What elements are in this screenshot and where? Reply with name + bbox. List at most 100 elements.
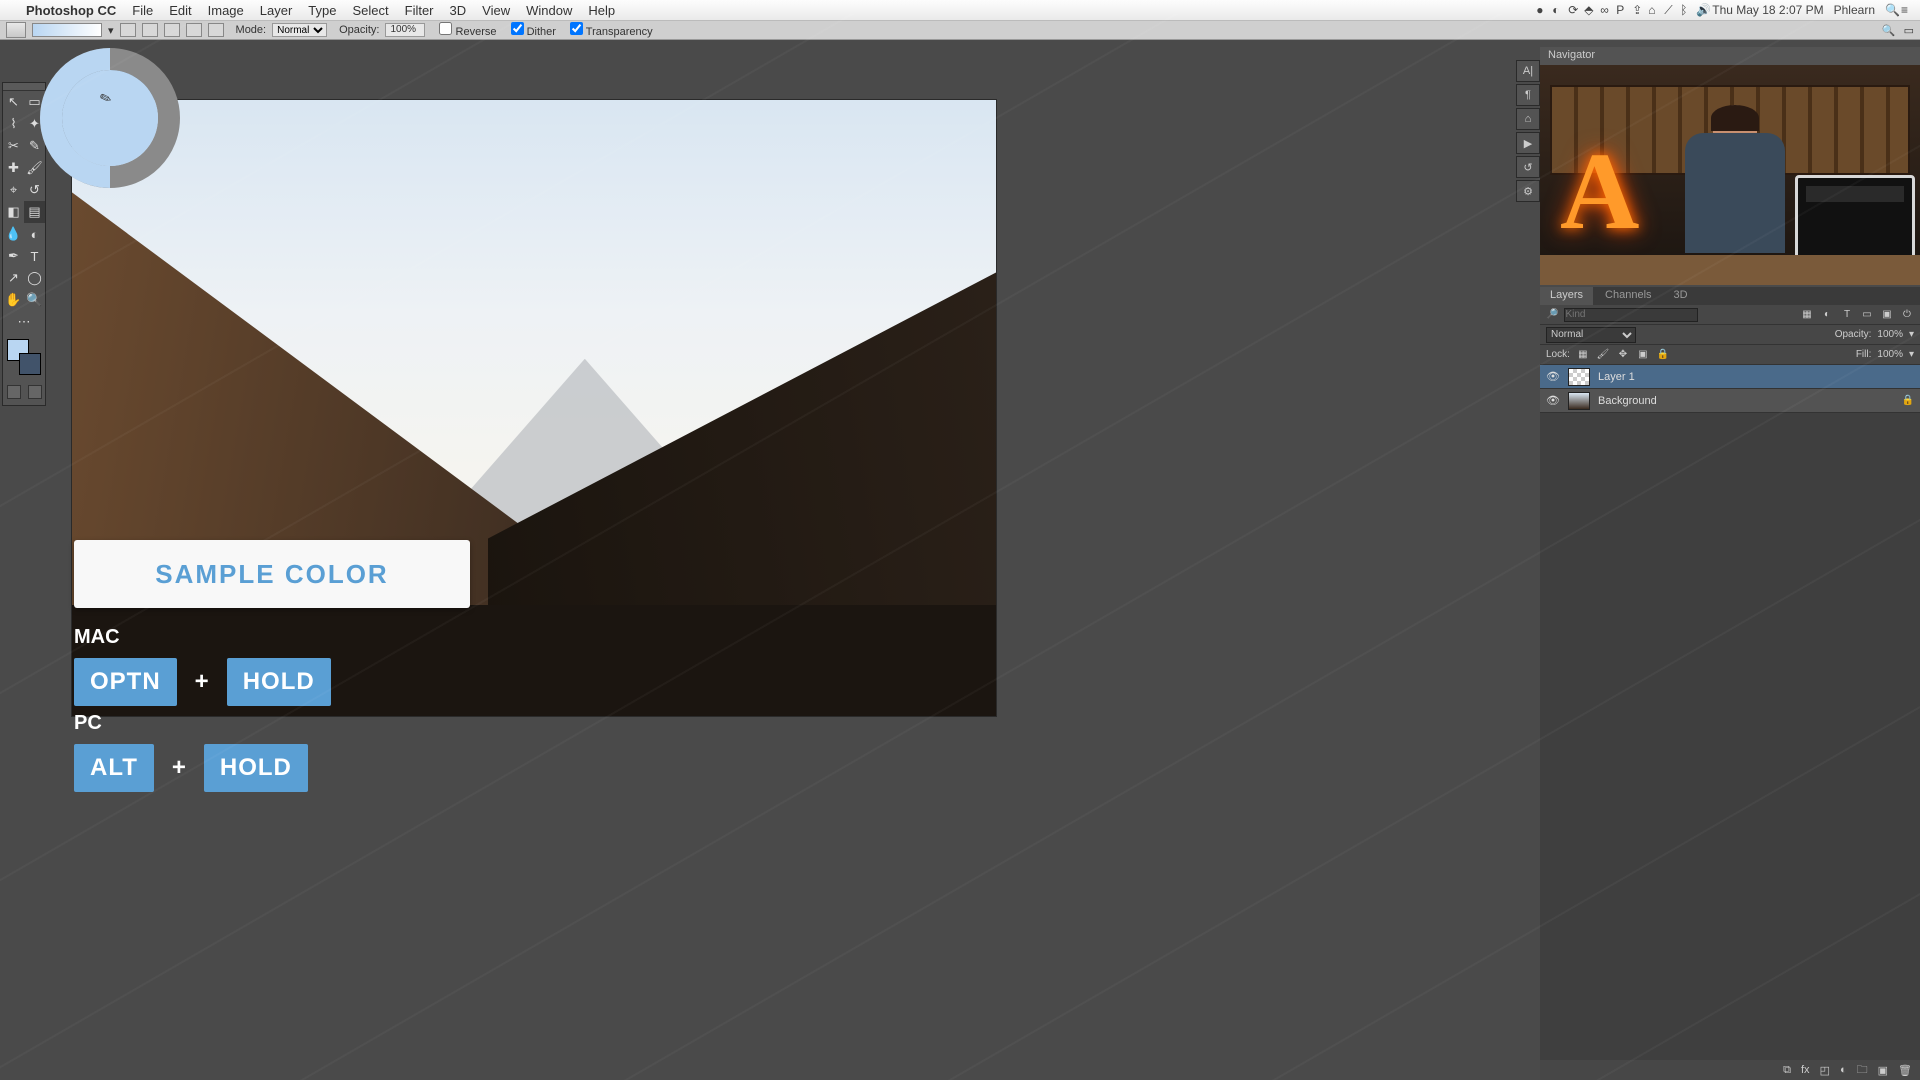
properties-panel-icon[interactable]: ⚙ (1516, 180, 1540, 202)
gradient-tool[interactable]: ▤ (24, 201, 45, 223)
status-icon[interactable]: ● (1531, 3, 1547, 17)
delete-icon[interactable]: 🗑 (1898, 1064, 1912, 1077)
menu-edit[interactable]: Edit (161, 3, 199, 18)
status-icon[interactable]: ◐ (1547, 3, 1563, 17)
bluetooth-icon[interactable]: ᛒ (1675, 3, 1691, 17)
lock-artboard-icon[interactable]: ▣ (1636, 348, 1650, 362)
shape-tool[interactable]: ◯ (24, 267, 45, 289)
more-tools[interactable]: ⋯ (3, 311, 45, 333)
panel-handle[interactable] (3, 83, 45, 91)
menu-3d[interactable]: 3D (442, 3, 475, 18)
pen-tool[interactable]: ✒ (3, 245, 24, 267)
status-icon[interactable]: ⌂ (1643, 3, 1659, 17)
layer-name[interactable]: Background (1598, 395, 1657, 407)
adjustment-icon[interactable]: ◐ (1840, 1064, 1847, 1076)
lock-pixels-icon[interactable]: 🖌 (1596, 348, 1610, 362)
history-panel-icon[interactable]: ↺ (1516, 156, 1540, 178)
notifications-icon[interactable]: ≡ (1896, 3, 1912, 17)
lock-all-icon[interactable]: 🔒 (1656, 348, 1670, 362)
history-brush-tool[interactable]: ↺ (24, 179, 45, 201)
group-icon[interactable]: 🗀 (1857, 1061, 1868, 1080)
menubar-app[interactable]: Photoshop CC (18, 3, 124, 18)
layer-filter-kind[interactable] (1564, 308, 1698, 322)
gradient-radial-button[interactable] (142, 23, 158, 37)
hand-tool[interactable]: ✋ (3, 289, 24, 311)
layer-name[interactable]: Layer 1 (1598, 371, 1635, 383)
search-icon[interactable]: 🔍 (1882, 24, 1896, 37)
workspace-switcher[interactable]: ▭ (1904, 24, 1914, 37)
menu-type[interactable]: Type (300, 3, 344, 18)
layer-thumb[interactable] (1568, 368, 1590, 386)
lasso-tool[interactable]: ⌇ (3, 113, 24, 135)
status-icon[interactable]: ⬘ (1579, 3, 1595, 17)
menu-help[interactable]: Help (580, 3, 623, 18)
filter-adjust-icon[interactable]: ◐ (1820, 308, 1834, 322)
reverse-checkbox[interactable]: Reverse (431, 22, 496, 38)
status-icon[interactable]: ∞ (1595, 3, 1611, 17)
blur-tool[interactable]: 💧 (3, 223, 24, 245)
mask-icon[interactable]: ◰ (1820, 1064, 1830, 1077)
transparency-checkbox[interactable]: Transparency (562, 22, 653, 38)
gradient-reflected-button[interactable] (186, 23, 202, 37)
tab-layers[interactable]: Layers (1540, 287, 1593, 305)
lock-icon[interactable]: 🔒 (1902, 395, 1914, 406)
new-layer-icon[interactable]: ▣ (1878, 1064, 1888, 1077)
layer-row[interactable]: 👁 Layer 1 (1540, 365, 1920, 389)
menu-select[interactable]: Select (344, 3, 396, 18)
gradient-preview[interactable] (32, 23, 102, 37)
chevron-down-icon[interactable]: ▾ (1909, 329, 1914, 340)
background-color[interactable] (19, 353, 41, 375)
filter-icon[interactable]: 🔎 (1546, 309, 1558, 320)
eyedropper-tool[interactable]: ✎ (24, 135, 45, 157)
screenmode-toggle[interactable] (28, 385, 42, 399)
filter-toggle-icon[interactable]: ⏻ (1900, 308, 1914, 322)
navigator-tab[interactable]: Navigator (1540, 47, 1920, 65)
menu-view[interactable]: View (474, 3, 518, 18)
patch-tool[interactable]: ✚ (3, 157, 24, 179)
filter-type-icon[interactable]: T (1840, 308, 1854, 322)
menu-filter[interactable]: Filter (397, 3, 442, 18)
filter-pixel-icon[interactable]: ▦ (1800, 308, 1814, 322)
link-layers-icon[interactable]: ⧉ (1783, 1064, 1791, 1077)
fx-icon[interactable]: fx (1801, 1064, 1810, 1076)
character-panel-icon[interactable]: A| (1516, 60, 1540, 82)
type-tool[interactable]: T (24, 245, 45, 267)
glyphs-panel-icon[interactable]: ⌂ (1516, 108, 1540, 130)
chevron-down-icon[interactable]: ▾ (1909, 349, 1914, 360)
menu-layer[interactable]: Layer (252, 3, 301, 18)
volume-icon[interactable]: 🔊 (1691, 3, 1707, 17)
blend-mode-select[interactable]: Normal (1546, 327, 1636, 343)
dropdown-icon[interactable]: ▾ (108, 24, 114, 37)
quickmask-toggle[interactable] (7, 385, 21, 399)
stamp-tool[interactable]: ⌖ (3, 179, 24, 201)
layer-row[interactable]: 👁 Background 🔒 (1540, 389, 1920, 413)
dither-checkbox[interactable]: Dither (503, 22, 556, 38)
visibility-icon[interactable]: 👁 (1546, 394, 1560, 407)
spotlight-icon[interactable]: 🔍 (1880, 3, 1896, 17)
lock-position-icon[interactable]: ✥ (1616, 348, 1630, 362)
move-tool[interactable]: ↖ (3, 91, 24, 113)
status-icon[interactable]: ⟳ (1563, 3, 1579, 17)
gradient-angle-button[interactable] (164, 23, 180, 37)
zoom-tool[interactable]: 🔍 (24, 289, 45, 311)
wifi-icon[interactable]: ⟋ (1659, 3, 1675, 18)
document-canvas[interactable] (72, 100, 996, 716)
gradient-diamond-button[interactable] (208, 23, 224, 37)
brush-tool[interactable]: 🖌 (24, 157, 45, 179)
status-icon[interactable]: P (1611, 3, 1627, 17)
menubar-clock[interactable]: Thu May 18 2:07 PM (1707, 3, 1828, 17)
color-swatches[interactable] (7, 339, 41, 375)
lock-transparent-icon[interactable]: ▦ (1576, 348, 1590, 362)
eraser-tool[interactable]: ◧ (3, 201, 24, 223)
menubar-user[interactable]: Phlearn (1829, 3, 1880, 17)
opacity-value[interactable]: 100% (1877, 329, 1903, 340)
paragraph-panel-icon[interactable]: ¶ (1516, 84, 1540, 106)
tab-3d[interactable]: 3D (1664, 287, 1698, 305)
tool-preset-picker[interactable] (6, 22, 26, 38)
actions-panel-icon[interactable]: ▶ (1516, 132, 1540, 154)
tab-channels[interactable]: Channels (1595, 287, 1661, 305)
mode-select[interactable]: Normal (272, 23, 327, 37)
filter-shape-icon[interactable]: ▭ (1860, 308, 1874, 322)
filter-smart-icon[interactable]: ▣ (1880, 308, 1894, 322)
fill-value[interactable]: 100% (1877, 349, 1903, 360)
